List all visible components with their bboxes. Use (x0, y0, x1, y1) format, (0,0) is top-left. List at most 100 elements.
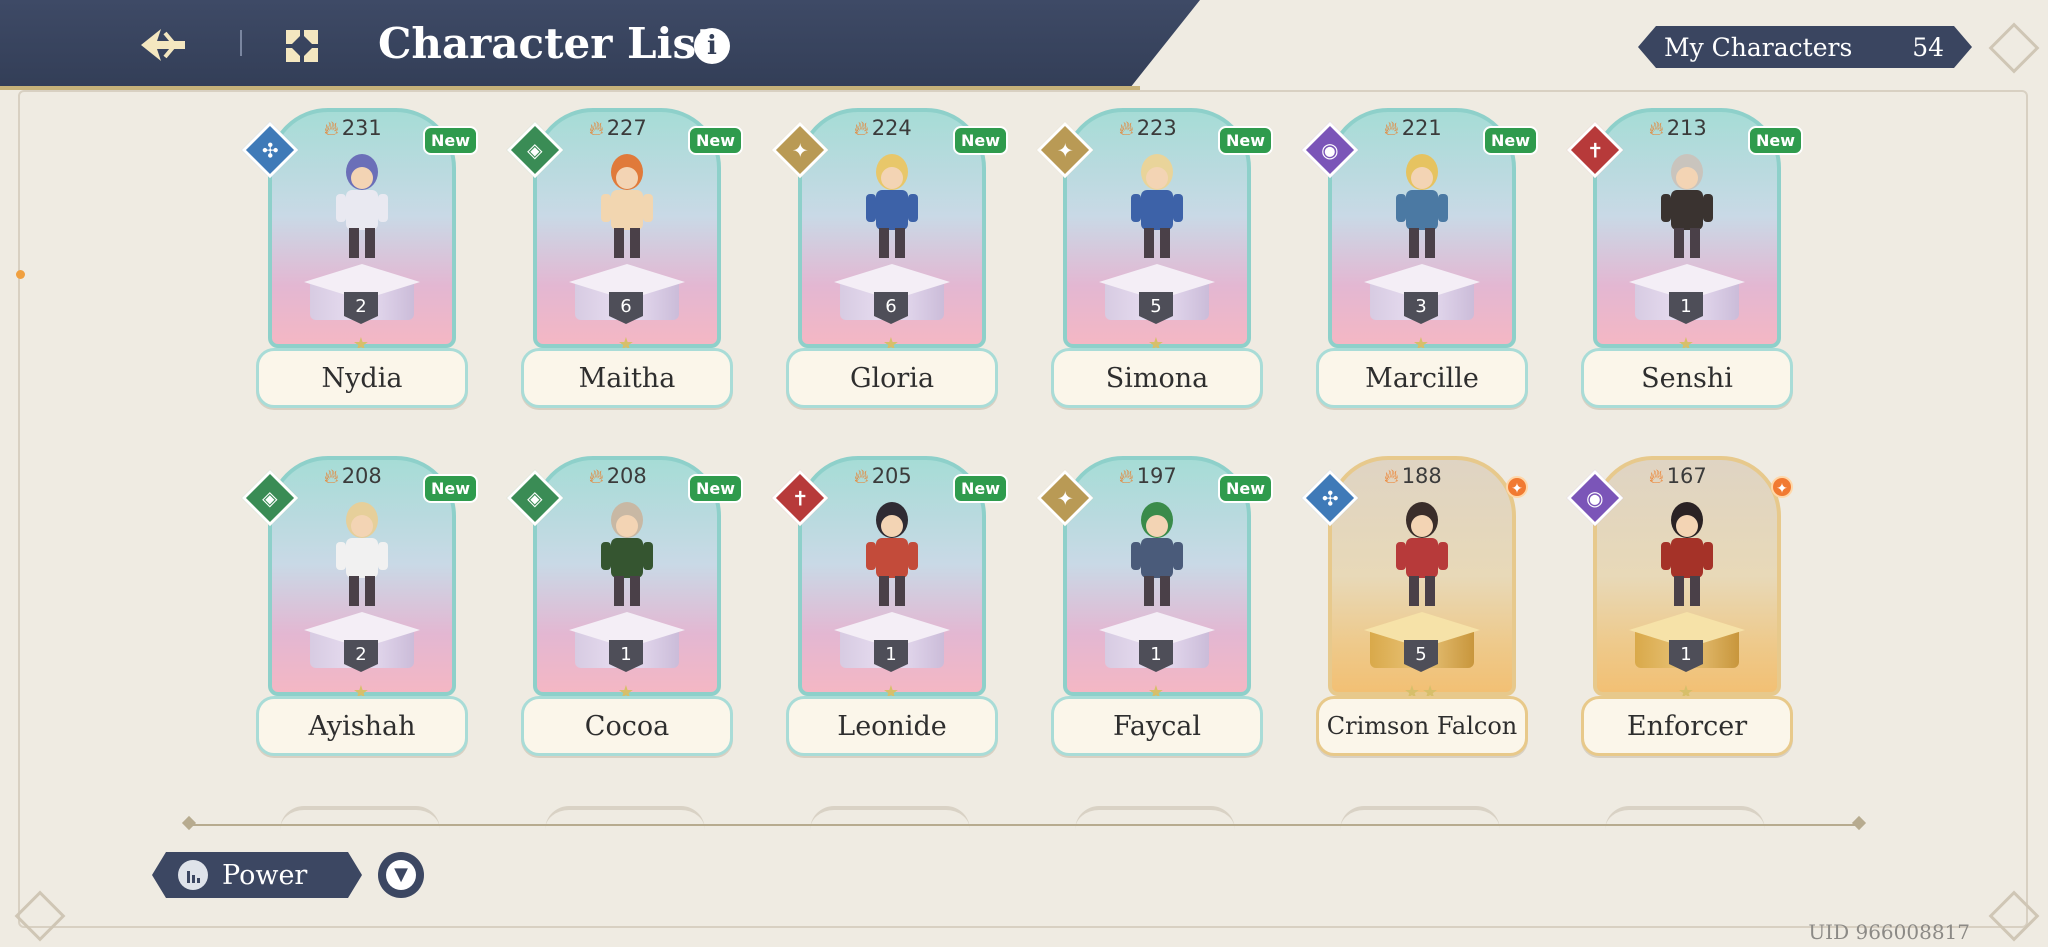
power-value: 🔥︎ 167 (1649, 464, 1707, 488)
character-card[interactable]: ◉ 🔥︎ 167 ✦ 1 ★ Enforcer (1566, 456, 1793, 756)
power-value: 🔥︎ 213 (1649, 116, 1707, 140)
menu-button[interactable] (280, 24, 324, 68)
partial-card-top (1605, 806, 1765, 830)
flame-icon: 🔥︎ (1384, 464, 1399, 488)
my-characters-counter: My Characters 54 (1638, 26, 1972, 68)
character-name: Marcille (1316, 348, 1528, 408)
character-sprite (866, 154, 918, 258)
my-characters-count: 54 (1912, 32, 1944, 62)
sort-label: Power (222, 859, 308, 891)
partial-card-top (1075, 806, 1235, 830)
character-card[interactable]: ✦ 🔥︎ 223 New 5 ★ Simona (1036, 108, 1273, 408)
character-sprite (1396, 502, 1448, 606)
info-icon[interactable]: i (694, 28, 730, 64)
list-divider (186, 824, 1862, 826)
pedestal: 6 (569, 264, 685, 328)
character-name: Faycal (1051, 696, 1263, 756)
pedestal: 1 (1099, 612, 1215, 676)
power-value: 🔥︎ 224 (854, 116, 912, 140)
flame-icon: 🔥︎ (324, 116, 339, 140)
power-number: 221 (1401, 116, 1442, 140)
flame-icon: 🔥︎ (1649, 464, 1664, 488)
flame-icon: 🔥︎ (1119, 116, 1134, 140)
flame-icon: 🔥︎ (1649, 116, 1664, 140)
character-sprite (336, 154, 388, 258)
back-button[interactable] (130, 20, 196, 70)
character-name: Maitha (521, 348, 733, 408)
power-value: 🔥︎ 221 (1384, 116, 1442, 140)
power-value: 🔥︎ 188 (1384, 464, 1442, 488)
header-separator (240, 30, 242, 56)
character-name: Nydia (256, 348, 468, 408)
pedestal: 3 (1364, 264, 1480, 328)
power-value: 🔥︎ 205 (854, 464, 912, 488)
character-card[interactable]: ◈ 🔥︎ 208 New 1 ★ Cocoa (506, 456, 743, 756)
character-sprite (1396, 154, 1448, 258)
header-underline (0, 86, 1140, 90)
character-sprite (601, 154, 653, 258)
pedestal: 1 (569, 612, 685, 676)
back-arrow-icon (141, 29, 185, 61)
character-sprite (1661, 502, 1713, 606)
my-characters-label: My Characters (1664, 32, 1853, 62)
power-number: 208 (606, 464, 647, 488)
character-sprite (1131, 154, 1183, 258)
character-name: Enforcer (1581, 696, 1793, 756)
power-number: 231 (341, 116, 382, 140)
power-number: 224 (871, 116, 912, 140)
character-card[interactable]: ◉ 🔥︎ 221 New 3 ★ Marcille (1301, 108, 1538, 408)
character-name: Cocoa (521, 696, 733, 756)
scroll-indicator-dot (16, 270, 25, 279)
power-number: 208 (341, 464, 382, 488)
power-value: 🔥︎ 223 (1119, 116, 1177, 140)
character-name: Gloria (786, 348, 998, 408)
new-badge: New (687, 126, 743, 155)
character-card[interactable]: ✦ 🔥︎ 197 New 1 ★ Faycal (1036, 456, 1273, 756)
character-card[interactable]: ✝ 🔥︎ 213 New 1 ★ Senshi (1566, 108, 1803, 408)
flame-icon: 🔥︎ (1384, 116, 1399, 140)
new-badge: New (422, 126, 478, 155)
partial-card-top (545, 806, 705, 830)
power-number: 188 (1401, 464, 1442, 488)
new-badge: New (952, 474, 1008, 503)
pedestal: 2 (304, 264, 420, 328)
pedestal: 1 (834, 612, 950, 676)
power-value: 🔥︎ 197 (1119, 464, 1177, 488)
character-name: Leonide (786, 696, 998, 756)
flame-icon: 🔥︎ (854, 116, 869, 140)
character-card[interactable]: ◈ 🔥︎ 208 New 2 ★ Ayishah (241, 456, 478, 756)
filter-icon: ▼ (386, 860, 416, 890)
character-sprite (601, 502, 653, 606)
character-name: Senshi (1581, 348, 1793, 408)
power-value: 🔥︎ 227 (589, 116, 647, 140)
partial-card-top (810, 806, 970, 830)
character-card[interactable]: ✣ 🔥︎ 231 New 2 ★ Nydia (241, 108, 478, 408)
flame-icon: 🔥︎ (589, 464, 604, 488)
sort-power-button[interactable]: Power (152, 852, 362, 898)
character-card[interactable]: ✝ 🔥︎ 205 New 1 ★ Leonide (771, 456, 1008, 756)
new-badge: New (1482, 126, 1538, 155)
pedestal: 5 (1099, 264, 1215, 328)
corner-ornament (1988, 22, 2040, 74)
character-card[interactable]: ✣ 🔥︎ 188 ✦ 5 ★★ Crimson Falcon (1301, 456, 1528, 756)
new-badge: New (952, 126, 1008, 155)
character-card[interactable]: ◈ 🔥︎ 227 New 6 ★ Maitha (506, 108, 743, 408)
flame-icon: 🔥︎ (854, 464, 869, 488)
character-name: Simona (1051, 348, 1263, 408)
flame-icon: 🔥︎ (324, 464, 339, 488)
sparkle-icon: ✦ (1771, 476, 1793, 498)
character-sprite (1131, 502, 1183, 606)
pedestal: 1 (1629, 264, 1745, 328)
new-badge: New (1217, 126, 1273, 155)
character-card[interactable]: ✦ 🔥︎ 224 New 6 ★ Gloria (771, 108, 1008, 408)
power-value: 🔥︎ 208 (324, 464, 382, 488)
power-number: 205 (871, 464, 912, 488)
power-number: 223 (1136, 116, 1177, 140)
character-name: Crimson Falcon (1316, 696, 1528, 756)
new-badge: New (1217, 474, 1273, 503)
character-sprite (866, 502, 918, 606)
character-name: Ayishah (256, 696, 468, 756)
filter-button[interactable]: ▼ (378, 852, 424, 898)
pedestal: 6 (834, 264, 950, 328)
flame-icon: 🔥︎ (589, 116, 604, 140)
